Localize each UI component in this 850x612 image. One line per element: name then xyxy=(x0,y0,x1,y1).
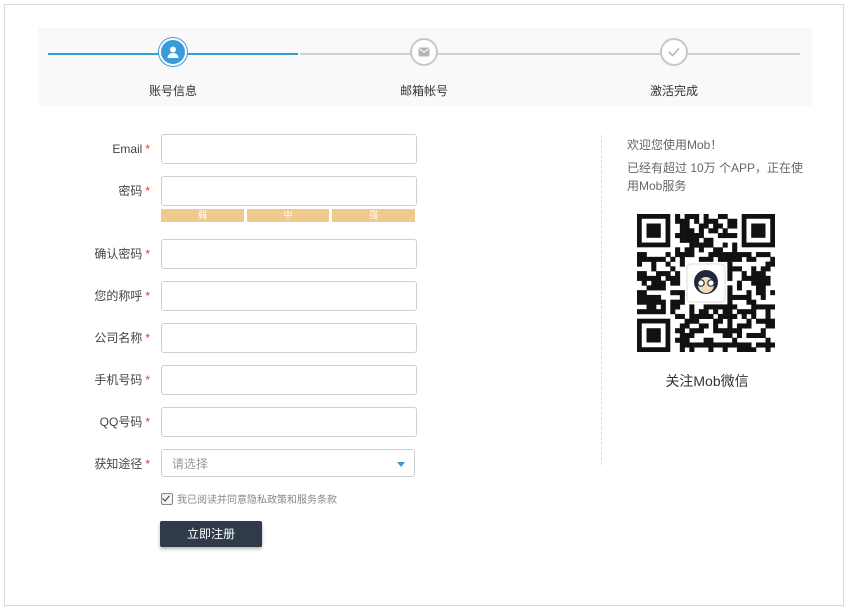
company-field[interactable] xyxy=(161,323,417,353)
agree-terms[interactable]: 我已阅读并同意隐私政策和服务条款 xyxy=(161,491,337,506)
nickname-row: 您的称呼 * xyxy=(60,281,420,311)
required-mark: * xyxy=(145,289,150,303)
step-email-account: 邮箱帐号 xyxy=(364,38,484,99)
phone-field[interactable] xyxy=(161,365,417,395)
wechat-qr-code xyxy=(637,214,775,352)
required-mark: * xyxy=(145,142,150,156)
company-row: 公司名称 * xyxy=(60,323,420,353)
step-activation-complete: 激活完成 xyxy=(614,38,734,99)
email-row: Email * xyxy=(60,134,420,164)
step-label: 账号信息 xyxy=(148,84,197,98)
confirm-password-row: 确认密码 * xyxy=(60,239,420,269)
required-mark: * xyxy=(145,331,150,345)
required-mark: * xyxy=(145,457,150,471)
nickname-field[interactable] xyxy=(161,281,417,311)
step-label: 激活完成 xyxy=(649,84,698,98)
user-icon xyxy=(159,38,187,66)
confirm-password-label: 确认密码 * xyxy=(94,247,150,261)
agree-text: 我已阅读并同意隐私政策和服务条款 xyxy=(177,495,337,506)
password-row: 密码 * xyxy=(60,176,420,206)
nickname-label: 您的称呼 * xyxy=(94,289,150,303)
progress-steps: 账号信息 邮箱帐号 激活完成 xyxy=(38,28,812,106)
strength-strong: 强 xyxy=(332,209,416,222)
register-button[interactable]: 立即注册 xyxy=(160,521,262,547)
required-mark: * xyxy=(145,373,150,387)
vertical-divider xyxy=(601,135,602,465)
password-label: 密码 * xyxy=(118,184,150,198)
qr-caption: 关注Mob微信 xyxy=(665,373,749,389)
source-select[interactable]: 请选择 xyxy=(161,449,415,477)
required-mark: * xyxy=(145,184,150,198)
welcome-text: 欢迎您使用Mob！ xyxy=(627,138,723,152)
check-icon xyxy=(660,38,688,66)
required-mark: * xyxy=(145,415,150,429)
password-field[interactable] xyxy=(161,176,417,206)
strength-medium: 中 xyxy=(246,209,330,222)
caret-down-icon xyxy=(397,462,405,467)
mail-icon xyxy=(410,38,438,66)
welcome-description: 已经有超过 10万 个APP，正在使用Mob服务 xyxy=(627,161,804,193)
qq-row: QQ号码 * xyxy=(60,407,420,437)
phone-label: 手机号码 * xyxy=(94,373,150,387)
required-mark: * xyxy=(145,247,150,261)
source-select-placeholder: 请选择 xyxy=(172,457,209,471)
email-label: Email * xyxy=(112,142,150,156)
phone-row: 手机号码 * xyxy=(60,365,420,395)
step-label: 邮箱帐号 xyxy=(399,84,448,98)
source-label: 获知途径 * xyxy=(94,457,150,471)
strength-weak: 弱 xyxy=(161,209,244,222)
email-field[interactable] xyxy=(161,134,417,164)
qq-field[interactable] xyxy=(161,407,417,437)
qq-label: QQ号码 * xyxy=(99,415,150,429)
agree-checkbox[interactable] xyxy=(161,492,173,505)
step-account-info: 账号信息 xyxy=(113,38,233,99)
confirm-password-field[interactable] xyxy=(161,239,417,269)
password-strength-meter: 弱 中 强 xyxy=(161,209,416,222)
welcome-panel: 欢迎您使用Mob！ 已经有超过 10万 个APP，正在使用Mob服务 xyxy=(627,136,807,195)
company-label: 公司名称 * xyxy=(94,331,150,345)
